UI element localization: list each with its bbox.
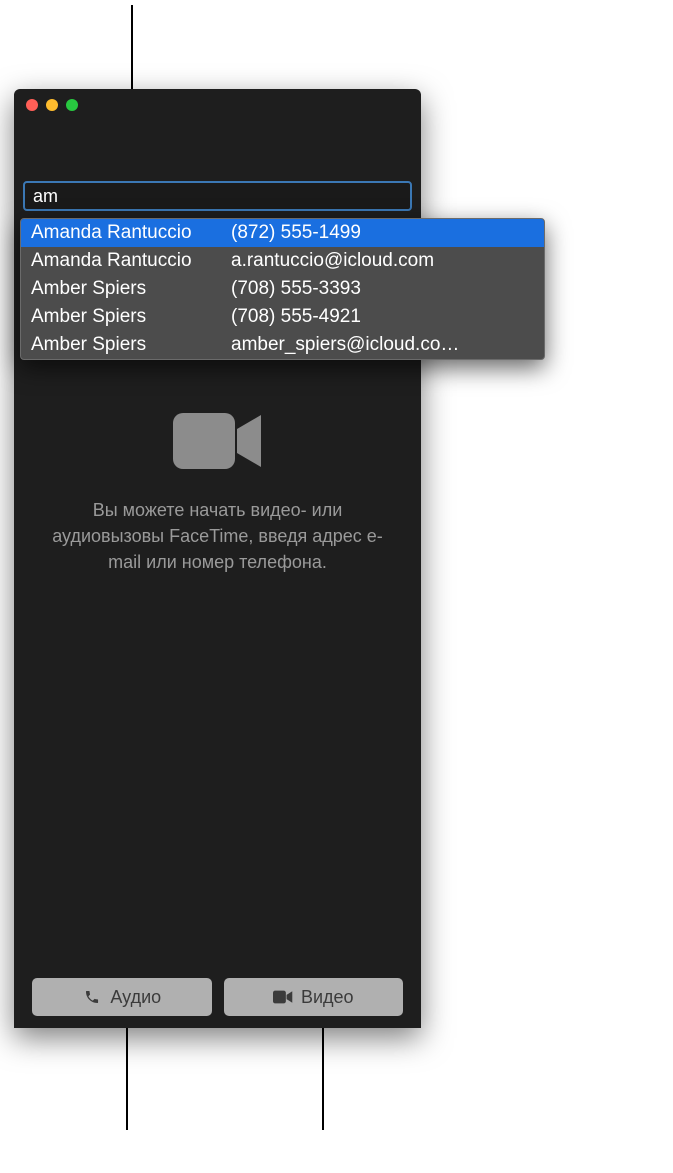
phone-icon xyxy=(82,989,102,1005)
audio-call-label: Аудио xyxy=(110,987,161,1008)
window-controls xyxy=(26,99,78,111)
video-call-button[interactable]: Видео xyxy=(224,978,404,1016)
suggestion-name: Amber Spiers xyxy=(31,306,231,328)
suggestion-row[interactable]: Amanda Rantuccio(872) 555-1499 xyxy=(21,219,544,247)
suggestion-row[interactable]: Amber Spiersamber_spiers@icloud.co… xyxy=(21,331,544,359)
zoom-button[interactable] xyxy=(66,99,78,111)
close-button[interactable] xyxy=(26,99,38,111)
suggestion-detail: (872) 555-1499 xyxy=(231,222,534,244)
suggestion-detail: a.rantuccio@icloud.com xyxy=(231,250,534,272)
suggestion-detail: (708) 555-4921 xyxy=(231,306,534,328)
suggestion-row[interactable]: Amanda Rantuccioa.rantuccio@icloud.com xyxy=(21,247,544,275)
minimize-button[interactable] xyxy=(46,99,58,111)
suggestion-row[interactable]: Amber Spiers(708) 555-3393 xyxy=(21,275,544,303)
video-call-label: Видео xyxy=(301,987,354,1008)
audio-call-button[interactable]: Аудио xyxy=(32,978,212,1016)
window-titlebar xyxy=(14,89,421,181)
video-icon xyxy=(273,989,293,1005)
suggestion-name: Amanda Rantuccio xyxy=(31,222,231,244)
suggestion-name: Amber Spiers xyxy=(31,278,231,300)
suggestion-detail: (708) 555-3393 xyxy=(231,278,534,300)
contact-suggestions-dropdown: Amanda Rantuccio(872) 555-1499Amanda Ran… xyxy=(20,218,545,360)
suggestion-name: Amanda Rantuccio xyxy=(31,250,231,272)
contact-search-input[interactable] xyxy=(23,181,412,211)
call-buttons-bar: Аудио Видео xyxy=(14,978,421,1016)
hint-text: Вы можете начать видео- или аудиовызовы … xyxy=(14,497,421,575)
suggestion-detail: amber_spiers@icloud.co… xyxy=(231,334,534,356)
suggestion-name: Amber Spiers xyxy=(31,334,231,356)
search-field-container xyxy=(23,181,412,211)
suggestion-row[interactable]: Amber Spiers(708) 555-4921 xyxy=(21,303,544,331)
camera-icon xyxy=(173,409,263,473)
empty-state: Вы можете начать видео- или аудиовызовы … xyxy=(14,409,421,575)
